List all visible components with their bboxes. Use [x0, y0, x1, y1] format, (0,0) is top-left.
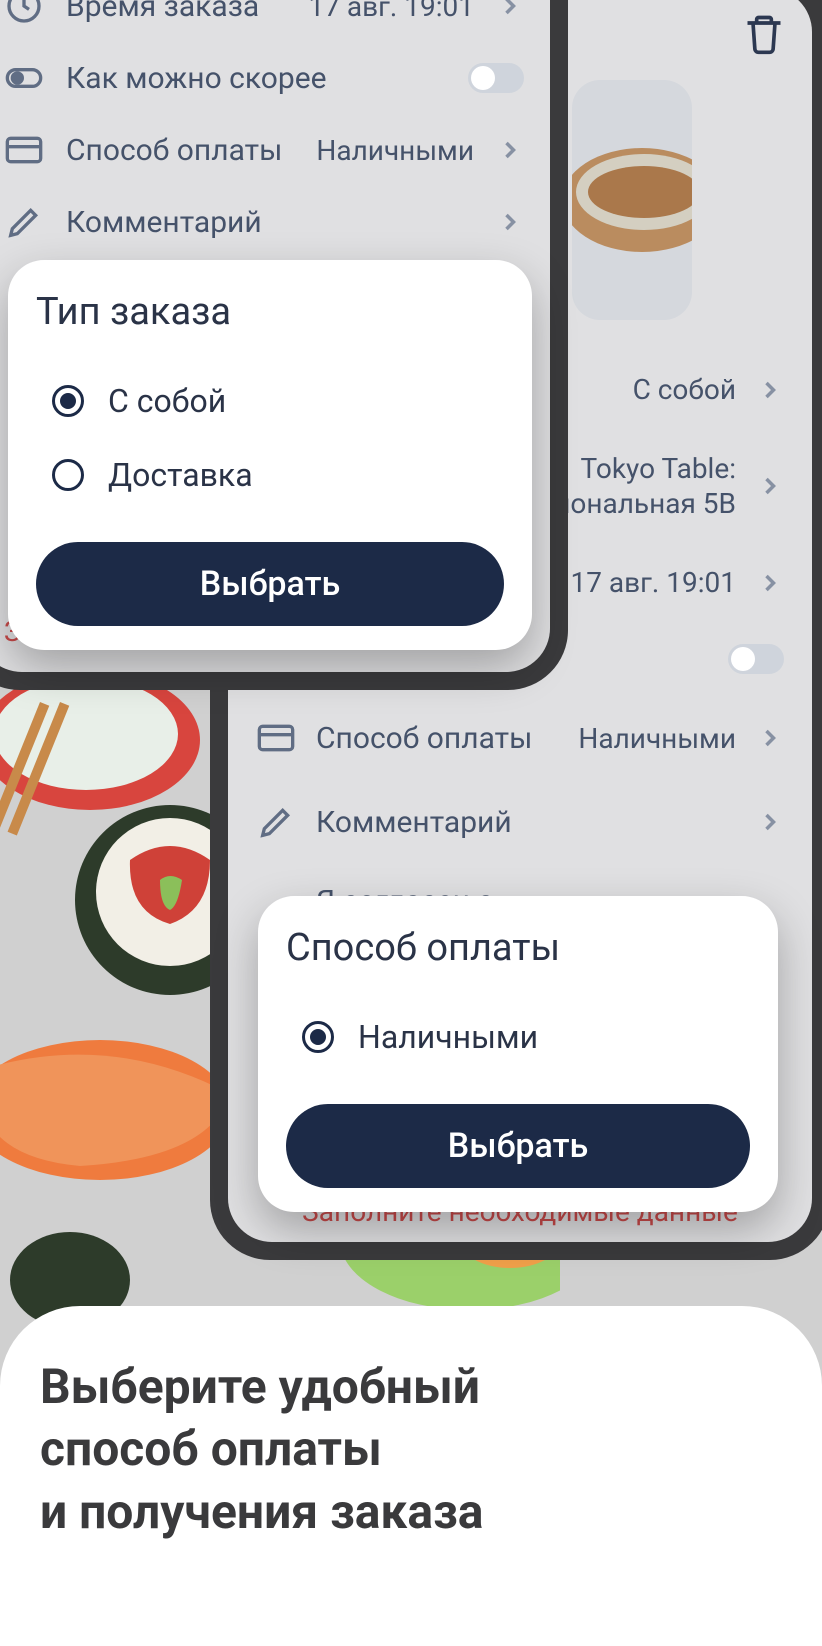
order-type-select-button[interactable]: Выбрать	[36, 542, 504, 626]
payment-select-button[interactable]: Выбрать	[286, 1104, 750, 1188]
chevron-right-icon	[496, 0, 524, 20]
option-label: С собой	[108, 382, 226, 420]
toggle-icon	[4, 58, 44, 98]
payment-modal: Способ оплаты Наличными Выбрать	[258, 896, 778, 1212]
comment-label: Комментарий	[316, 805, 736, 840]
comment-row[interactable]: Комментарий	[0, 186, 550, 258]
order-type-option-delivery[interactable]: Доставка	[8, 438, 532, 512]
payment-value: Наличными	[316, 134, 474, 167]
clock-icon	[4, 0, 44, 26]
footer-line1: Выберите удобный	[40, 1358, 480, 1415]
card-icon	[4, 130, 44, 170]
time-value: 17 авг. 19:01	[571, 565, 736, 600]
payment-value: Наличными	[578, 721, 736, 756]
order-type-value: С собой	[633, 372, 736, 407]
order-type-option-takeaway[interactable]: С собой	[8, 364, 532, 438]
payment-option-cash[interactable]: Наличными	[258, 1000, 778, 1074]
footer-line3: и получения заказа	[40, 1483, 483, 1540]
asap-row[interactable]: Как можно скорее	[0, 42, 550, 114]
payment-modal-title: Способ оплаты	[258, 926, 778, 1000]
option-label: Наличными	[358, 1018, 538, 1056]
chevron-right-icon	[496, 136, 524, 164]
time-label: Время заказа	[66, 0, 287, 24]
chevron-right-icon	[756, 724, 784, 752]
pencil-icon	[256, 802, 296, 842]
time-row[interactable]: Время заказа 17 авг. 19:01	[0, 0, 550, 42]
payment-row[interactable]: Способ оплаты Наличными	[228, 696, 812, 780]
footer-panel: Выберите удобный способ оплаты и получен…	[0, 1306, 822, 1646]
comment-label: Комментарий	[66, 205, 474, 240]
radio-selected-icon	[52, 385, 84, 417]
product-card-partial[interactable]	[572, 80, 692, 320]
chevron-right-icon	[756, 808, 784, 836]
chevron-right-icon	[496, 208, 524, 236]
payment-label: Способ оплаты	[66, 133, 294, 168]
time-value: 17 авг. 19:01	[309, 0, 474, 23]
chevron-right-icon	[756, 569, 784, 597]
footer-heading: Выберите удобный способ оплаты и получен…	[40, 1356, 782, 1543]
footer-line2: способ оплаты	[40, 1420, 382, 1477]
asap-toggle[interactable]	[468, 63, 524, 93]
trash-icon[interactable]	[742, 12, 786, 56]
asap-label: Как можно скорее	[66, 61, 446, 96]
payment-row[interactable]: Способ оплаты Наличными	[0, 114, 550, 186]
pencil-icon	[4, 202, 44, 242]
comment-row[interactable]: Комментарий	[228, 780, 812, 864]
chevron-right-icon	[756, 376, 784, 404]
order-type-modal-title: Тип заказа	[8, 290, 532, 364]
radio-selected-icon	[302, 1021, 334, 1053]
option-label: Доставка	[108, 456, 253, 494]
order-type-modal: Тип заказа С собой Доставка Выбрать	[8, 260, 532, 650]
card-icon	[256, 718, 296, 758]
chevron-right-icon	[756, 472, 784, 500]
asap-toggle[interactable]	[728, 644, 784, 674]
payment-label: Способ оплаты	[316, 721, 558, 756]
radio-unselected-icon	[52, 459, 84, 491]
